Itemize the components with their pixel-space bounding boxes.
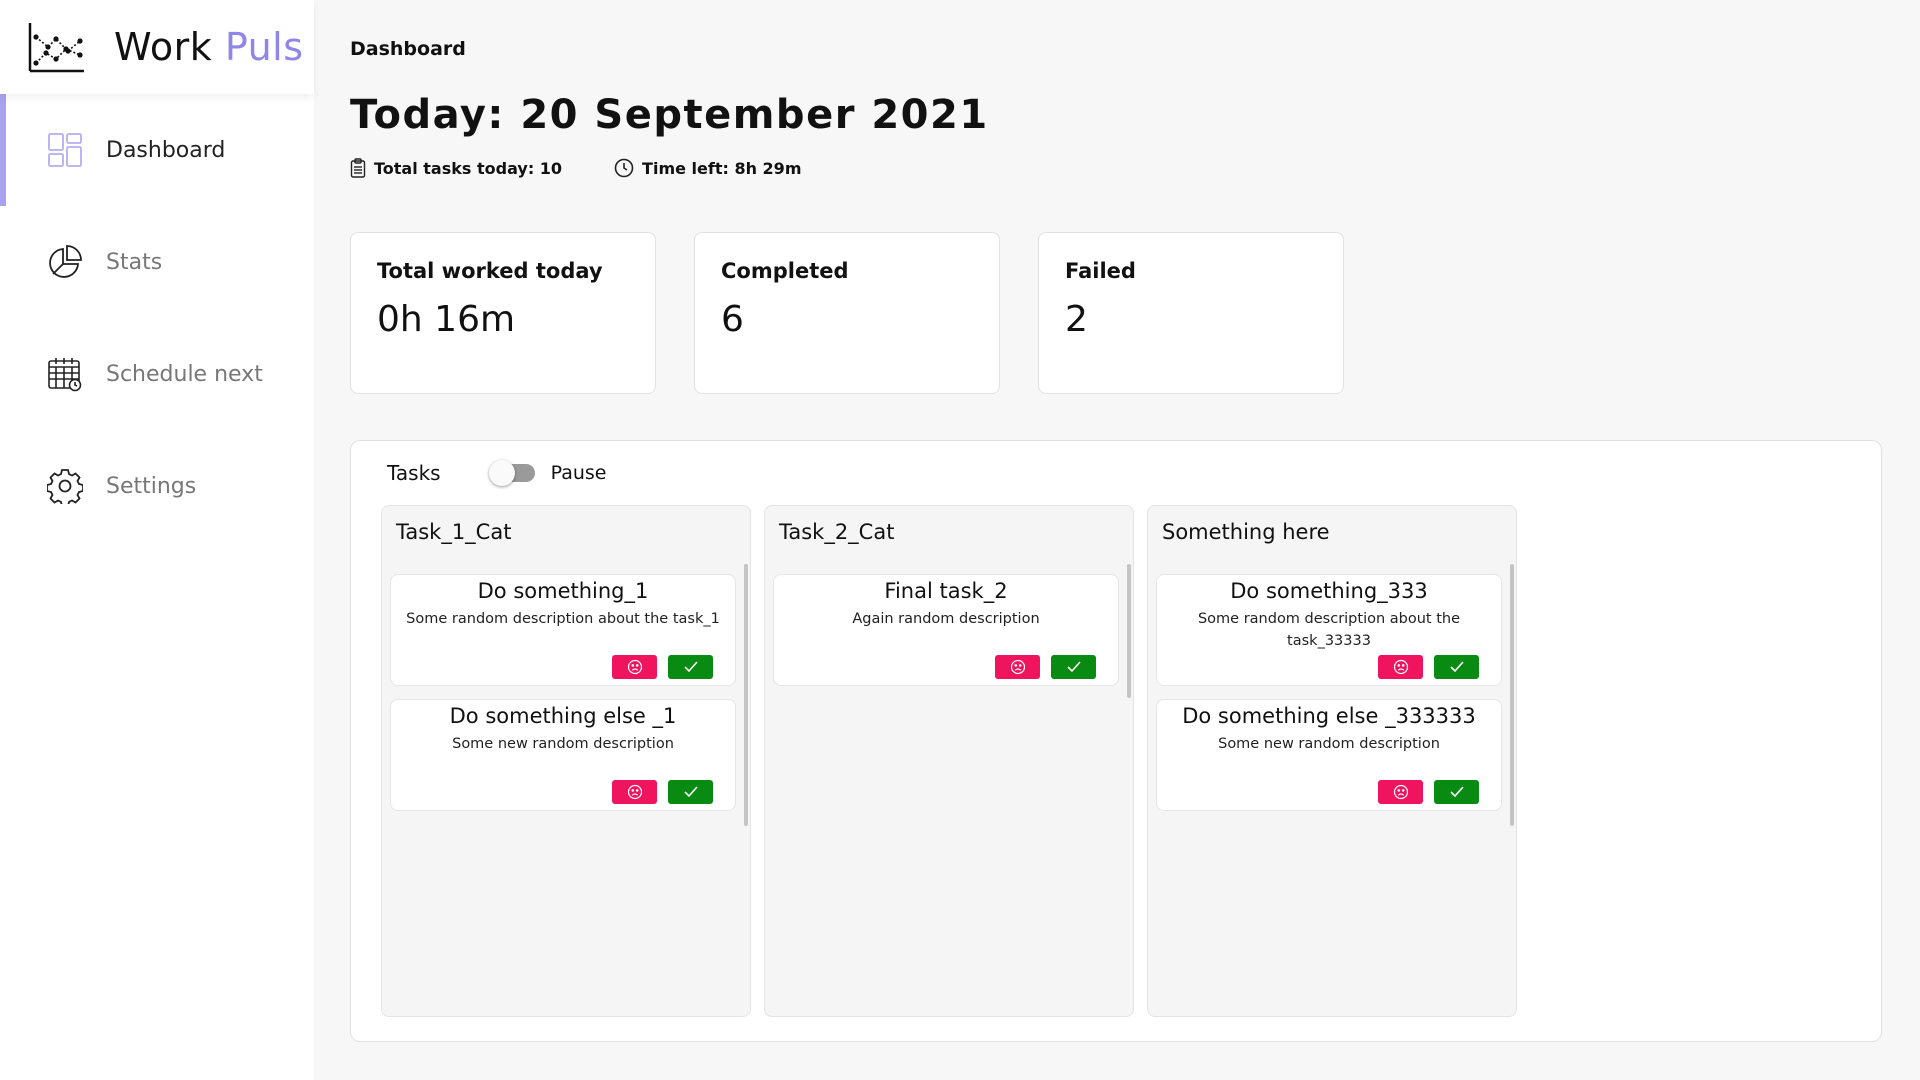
sidebar-item-schedule-next[interactable]: Schedule next — [0, 318, 314, 430]
stat-card-completed: Completed 6 — [694, 232, 1000, 394]
complete-task-button[interactable] — [668, 655, 713, 679]
column-scrollbar[interactable] — [1127, 564, 1131, 698]
pie-chart-icon — [46, 243, 84, 281]
task-card: Do something else _1 Some new random des… — [390, 699, 736, 811]
main-content: Dashboard Today: 20 September 2021 Total… — [314, 0, 1920, 1080]
total-tasks-text: Total tasks today: 10 — [374, 158, 563, 178]
calendar-icon — [46, 355, 84, 393]
stat-label: Total worked today — [377, 259, 603, 283]
stat-label: Failed — [1065, 259, 1136, 283]
complete-task-button[interactable] — [1051, 655, 1096, 679]
sad-face-icon — [627, 784, 642, 800]
pause-label: Pause — [550, 462, 607, 484]
line-chart-logo-icon — [28, 23, 84, 73]
stat-card-total-worked: Total worked today 0h 16m — [350, 232, 656, 394]
brand-name: Work Puls — [114, 25, 304, 69]
brand[interactable]: Work Puls — [0, 0, 314, 94]
task-description: Some new random description — [1218, 736, 1440, 752]
task-column: Something here Do something_333 Some ran… — [1147, 505, 1517, 1017]
task-title: Final task_2 — [884, 579, 1008, 603]
task-title: Do something else _333333 — [1182, 704, 1476, 728]
task-card: Do something_1 Some random description a… — [390, 574, 736, 686]
stat-value: 6 — [721, 299, 744, 340]
task-card: Do something_333 Some random description… — [1156, 574, 1502, 686]
sad-face-icon — [1010, 659, 1025, 675]
complete-task-button[interactable] — [1434, 655, 1479, 679]
complete-task-button[interactable] — [668, 780, 713, 804]
sidebar-nav: Dashboard Stats Schedule next Settings — [0, 94, 314, 542]
fail-task-button[interactable] — [612, 780, 657, 804]
fail-task-button[interactable] — [612, 655, 657, 679]
sidebar-item-label: Settings — [106, 473, 197, 499]
column-title: Task_2_Cat — [779, 520, 895, 544]
task-card: Do something else _333333 Some new rando… — [1156, 699, 1502, 811]
sad-face-icon — [627, 659, 642, 675]
clock-icon — [614, 158, 634, 178]
checkmark-icon — [1449, 786, 1464, 798]
pause-toggle[interactable] — [488, 460, 535, 486]
toggle-knob — [488, 460, 515, 486]
fail-task-button[interactable] — [995, 655, 1040, 679]
time-left-text: Time left: 8h 29m — [642, 158, 802, 178]
sidebar-item-label: Stats — [106, 249, 163, 275]
column-title: Task_1_Cat — [396, 520, 512, 544]
time-left-info: Time left: 8h 29m — [614, 158, 801, 178]
layout-grid-icon — [46, 131, 84, 169]
task-card: Final task_2 Again random description — [773, 574, 1119, 686]
stat-value: 0h 16m — [377, 299, 516, 340]
task-description: Some random description about the task_3… — [1197, 611, 1461, 649]
page-title: Today: 20 September 2021 — [350, 92, 989, 138]
clipboard-icon — [350, 158, 366, 178]
breadcrumb: Dashboard — [350, 38, 466, 60]
task-title: Do something else _1 — [449, 704, 677, 728]
sad-face-icon — [1393, 784, 1408, 800]
checkmark-icon — [1066, 661, 1081, 673]
sidebar-item-label: Schedule next — [106, 361, 263, 387]
checkmark-icon — [1449, 661, 1464, 673]
task-title: Do something_333 — [1230, 579, 1428, 603]
sad-face-icon — [1393, 659, 1408, 675]
task-description: Some new random description — [452, 736, 674, 752]
task-column: Task_1_Cat Do something_1 Some random de… — [381, 505, 751, 1017]
tasks-panel: Tasks Pause Task_1_Cat Do something_1 So… — [350, 440, 1882, 1042]
sidebar-item-settings[interactable]: Settings — [0, 430, 314, 542]
task-description: Again random description — [852, 611, 1040, 627]
gear-icon — [46, 467, 84, 505]
complete-task-button[interactable] — [1434, 780, 1479, 804]
column-scrollbar[interactable] — [744, 564, 748, 826]
checkmark-icon — [683, 661, 698, 673]
tasks-header: Tasks Pause — [387, 460, 607, 486]
fail-task-button[interactable] — [1378, 780, 1423, 804]
sidebar: Work Puls Dashboard Stats Schedule next … — [0, 0, 314, 1080]
sidebar-item-dashboard[interactable]: Dashboard — [0, 94, 314, 206]
fail-task-button[interactable] — [1378, 655, 1423, 679]
task-column: Task_2_Cat Final task_2 Again random des… — [764, 505, 1134, 1017]
sidebar-item-label: Dashboard — [106, 137, 226, 163]
task-title: Do something_1 — [477, 579, 649, 603]
checkmark-icon — [683, 786, 698, 798]
stat-value: 2 — [1065, 299, 1088, 340]
column-scrollbar[interactable] — [1510, 564, 1514, 826]
task-description: Some random description about the task_1 — [406, 611, 720, 627]
sidebar-item-stats[interactable]: Stats — [0, 206, 314, 318]
stat-card-failed: Failed 2 — [1038, 232, 1344, 394]
summary-meta: Total tasks today: 10 Time left: 8h 29m — [350, 158, 853, 178]
column-title: Something here — [1162, 520, 1330, 544]
tasks-title: Tasks — [387, 461, 441, 485]
total-tasks-info: Total tasks today: 10 — [350, 158, 562, 178]
stat-label: Completed — [721, 259, 849, 283]
